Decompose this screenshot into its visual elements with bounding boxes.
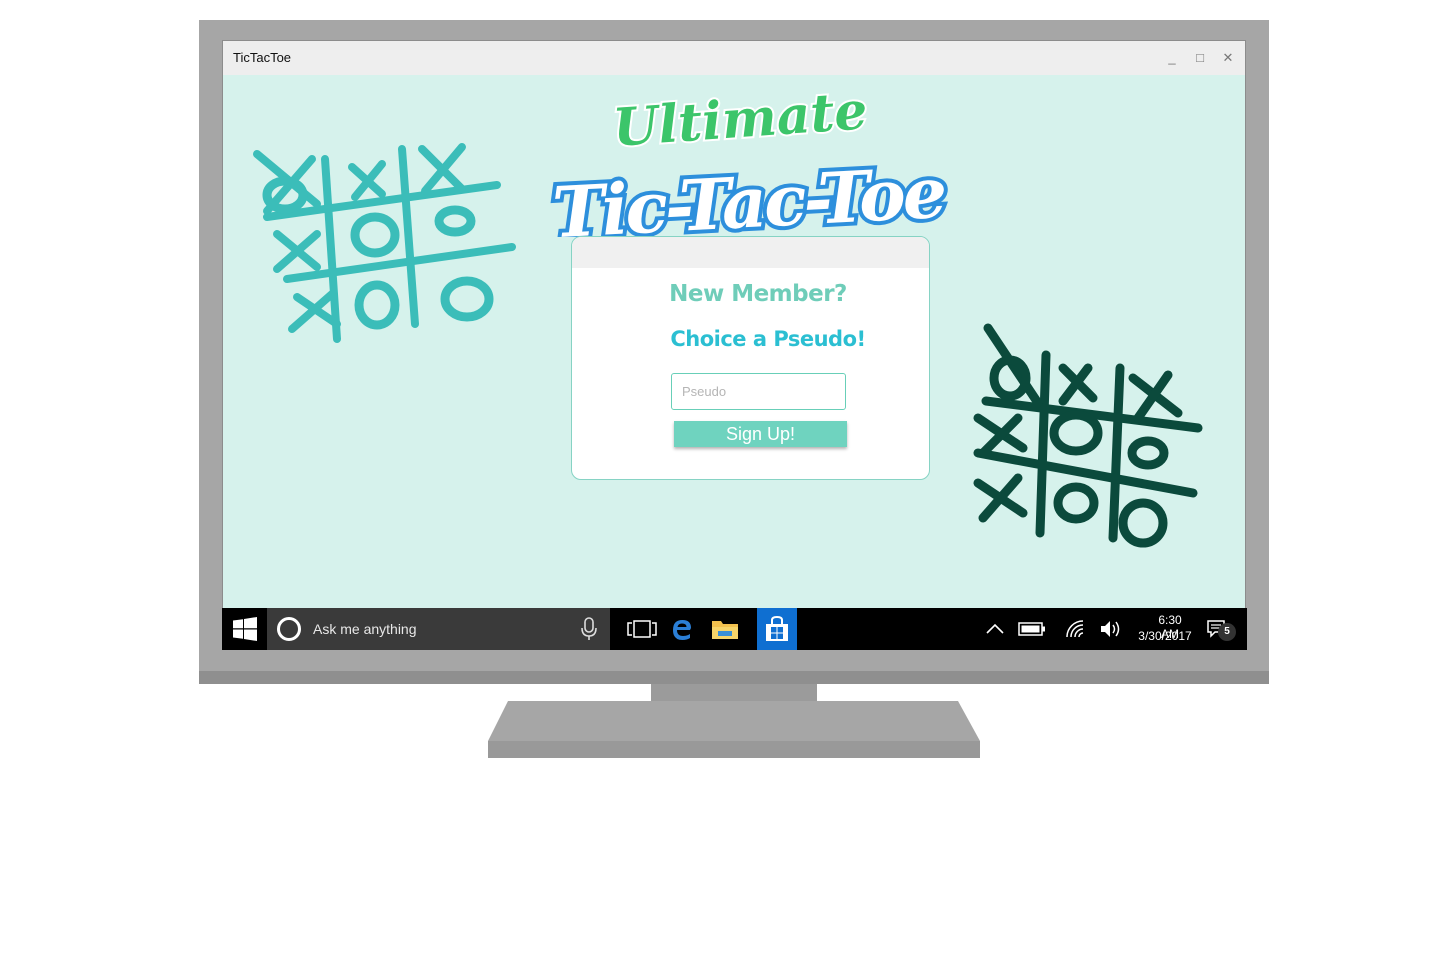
logo-ultimate-text: Ultimate [611, 80, 869, 159]
task-view-icon [627, 620, 657, 638]
store-icon [766, 616, 788, 641]
app-window: TicTacToe _ □ ✕ Ultimate Tic-Tac-Toe New… [222, 40, 1246, 609]
wifi-icon [1066, 620, 1084, 638]
cortana-search-box[interactable]: Ask me anything [267, 608, 610, 650]
show-hidden-icons-button[interactable] [982, 608, 1008, 650]
minimize-button[interactable]: _ [1161, 47, 1183, 69]
taskbar: Ask me anything 6:30 AM 3/30/2017 5 [222, 608, 1247, 650]
store-button[interactable] [757, 608, 797, 650]
decorative-board-dark-icon [973, 323, 1203, 548]
folder-icon [712, 621, 738, 639]
task-view-button[interactable] [622, 608, 662, 650]
cortana-icon [277, 617, 301, 641]
choose-pseudo-subheading: Choice a Pseudo! [670, 327, 866, 351]
sign-up-button[interactable]: Sign Up! [674, 421, 847, 447]
card-header [572, 237, 929, 268]
game-logo: Ultimate Tic-Tac-Toe [548, 78, 948, 237]
clock-date[interactable]: 3/30/2017 [1132, 629, 1198, 643]
edge-browser-button[interactable] [664, 608, 700, 650]
windows-logo-icon [232, 617, 257, 641]
volume-button[interactable] [1098, 608, 1124, 650]
battery-icon [1018, 622, 1045, 636]
speaker-icon [1101, 621, 1120, 637]
pseudo-input[interactable] [671, 373, 846, 410]
network-button[interactable] [1064, 608, 1088, 650]
battery-button[interactable] [1016, 608, 1048, 650]
search-placeholder: Ask me anything [313, 621, 417, 637]
logo-tictactoe-text: Tic-Tac-Toe [550, 151, 946, 237]
maximize-button[interactable]: □ [1189, 47, 1211, 69]
chevron-up-icon [986, 623, 1004, 634]
start-button[interactable] [222, 608, 267, 650]
monitor-bezel-bottom [199, 671, 1269, 684]
decorative-board-icon [253, 143, 516, 343]
close-button[interactable]: ✕ [1217, 47, 1239, 69]
notification-count-badge: 5 [1218, 623, 1236, 641]
file-explorer-button[interactable] [705, 608, 745, 650]
signup-card: New Member? Choice a Pseudo! Sign Up! [571, 236, 930, 480]
microphone-icon[interactable] [580, 617, 598, 641]
edge-icon [673, 620, 691, 640]
monitor-stand [488, 701, 980, 758]
new-member-heading: New Member? [669, 281, 847, 307]
window-title: TicTacToe [233, 50, 292, 65]
title-bar[interactable]: TicTacToe _ □ ✕ [223, 41, 1245, 75]
